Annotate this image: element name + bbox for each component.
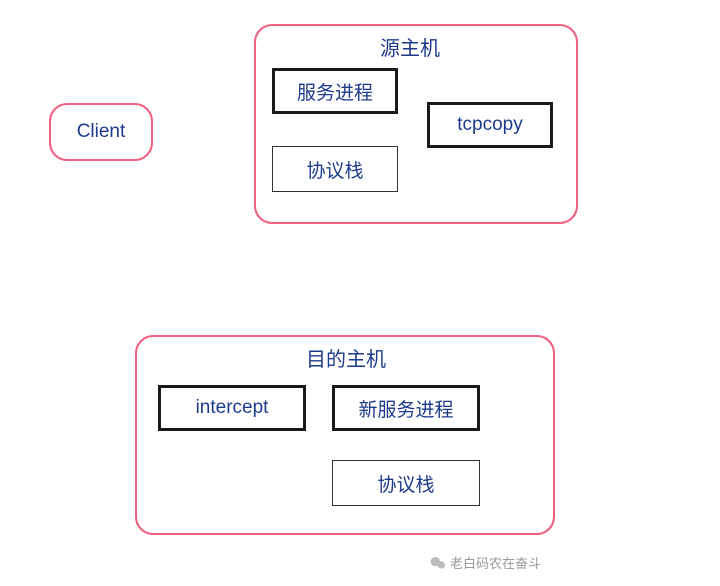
dest-host-title: 目的主机	[276, 343, 416, 372]
service-process-label: 服务进程	[297, 78, 373, 105]
client-label: Client	[77, 121, 126, 143]
new-service-process-label: 新服务进程	[358, 395, 453, 422]
tcpcopy-label: tcpcopy	[457, 114, 522, 136]
wechat-icon	[430, 556, 446, 570]
watermark-text: 老白码农在奋斗	[450, 553, 541, 572]
dest-protocol-stack-label: 协议栈	[377, 470, 434, 497]
intercept-box: intercept	[158, 385, 306, 431]
client-box: Client	[49, 103, 153, 161]
source-protocol-stack-box: 协议栈	[272, 146, 398, 192]
tcpcopy-box: tcpcopy	[427, 102, 553, 148]
source-protocol-stack-label: 协议栈	[306, 156, 363, 183]
source-host-title: 源主机	[350, 32, 470, 61]
watermark: 老白码农在奋斗	[430, 553, 541, 572]
new-service-process-box: 新服务进程	[332, 385, 480, 431]
intercept-label: intercept	[196, 397, 269, 419]
dest-protocol-stack-box: 协议栈	[332, 460, 480, 506]
service-process-box: 服务进程	[272, 68, 398, 114]
